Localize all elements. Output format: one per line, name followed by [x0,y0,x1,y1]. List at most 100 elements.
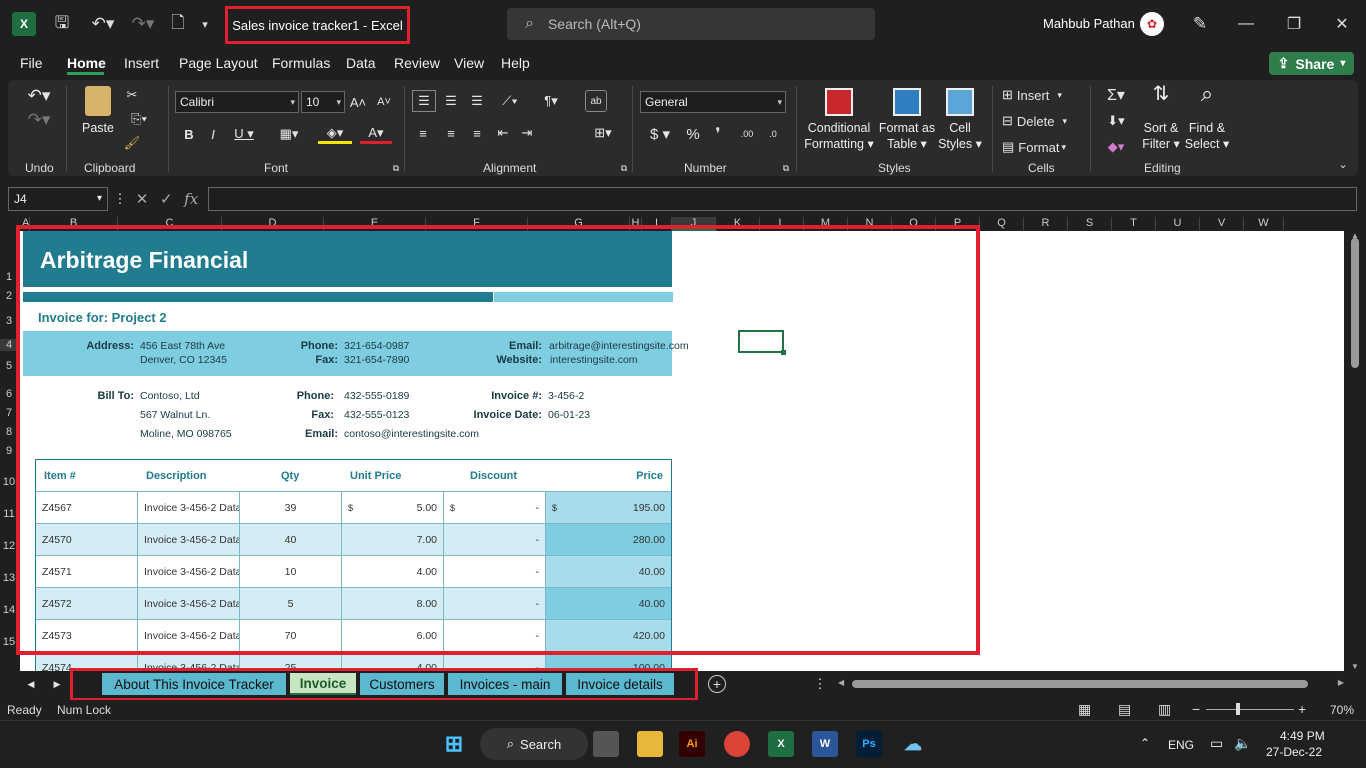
close-button[interactable]: ✕ [1322,10,1362,38]
decrease-decimal-icon[interactable]: .0 [762,124,784,144]
sort-filter-button[interactable]: ⇅ Sort & Filter ▾ [1140,84,1182,152]
copy-icon[interactable]: ⎘▾ [122,110,156,128]
ribbon-undo-icon[interactable]: ↶▾ [22,86,56,106]
table-cell-disc[interactable]: - [444,620,546,651]
row-header[interactable]: 15 [0,636,18,648]
align-center-icon[interactable]: ≡ [440,122,462,144]
cancel-icon[interactable]: ✕ [136,190,149,208]
row-header[interactable]: 3 [0,315,18,327]
customize-toolbar-icon[interactable]: ▾ [196,12,214,36]
volume-icon[interactable]: 🔈 [1234,735,1251,752]
word-icon[interactable]: W [812,731,838,757]
pen-icon[interactable]: ✎ [1188,12,1212,36]
comma-icon[interactable]: ❜ [708,124,728,144]
menu-data[interactable]: Data [346,55,376,71]
dialog-launcher-icon[interactable]: ⧉ [618,162,630,174]
column-header[interactable]: J [672,217,716,231]
table-cell-qty[interactable]: 10 [240,556,342,587]
dialog-launcher-icon[interactable]: ⧉ [390,162,402,174]
column-header[interactable]: T [1112,217,1156,231]
table-cell-qty[interactable]: 39 [240,492,342,523]
table-cell-price[interactable]: 420.00 [546,620,671,651]
column-header[interactable]: F [426,217,528,231]
number-format-select[interactable]: General ▾ [640,91,786,113]
selected-cell[interactable] [738,330,784,353]
next-sheet-icon[interactable]: ▶ [50,676,64,692]
table-cell-qty[interactable]: 70 [240,620,342,651]
column-header[interactable]: G [528,217,630,231]
menu-help[interactable]: Help [501,55,530,71]
table-cell-disc[interactable]: - [444,556,546,587]
column-header[interactable]: B [30,217,118,231]
column-header[interactable]: C [118,217,222,231]
align-top-icon[interactable]: ☰ [412,90,436,112]
table-cell-price[interactable]: 40.00 [546,588,671,619]
menu-insert[interactable]: Insert [124,55,159,71]
row-header[interactable]: 6 [0,388,18,400]
column-header[interactable]: E [324,217,426,231]
prev-sheet-icon[interactable]: ◀ [24,676,38,692]
language-indicator[interactable]: ENG [1168,738,1194,752]
column-header[interactable]: V [1200,217,1244,231]
weather-icon[interactable]: ☁ [900,731,926,757]
cut-icon[interactable]: ✂ [122,86,142,104]
column-header[interactable]: H [630,217,642,231]
redo-icon[interactable]: ↷▾ [128,12,158,36]
currency-icon[interactable]: $ ▾ [644,124,676,144]
clock-date[interactable]: 27-Dec-22 [1266,745,1322,759]
format-painter-icon[interactable]: 🖌 [122,134,142,152]
illustrator-icon[interactable]: Ai [679,731,705,757]
table-cell-item[interactable]: Z4571 [36,556,138,587]
table-cell-unit[interactable]: 6.00 [342,620,444,651]
bold-icon[interactable]: B [180,124,198,144]
clock-time[interactable]: 4:49 PM [1280,729,1325,743]
menu-home[interactable]: Home [67,55,106,71]
row-header[interactable]: 10 [0,476,18,488]
align-right-icon[interactable]: ≡ [466,122,488,144]
table-cell-unit[interactable]: 8.00 [342,588,444,619]
row-header[interactable]: 4 [0,339,18,351]
table-cell-disc[interactable]: $ - [444,492,546,523]
ribbon-redo-icon[interactable]: ↷▾ [22,110,56,130]
user-name[interactable]: Mahbub Pathan [1043,16,1135,31]
formula-input[interactable] [208,187,1357,211]
increase-decimal-icon[interactable]: .00 [736,124,758,144]
page-layout-view-icon[interactable]: ▤ [1118,701,1131,718]
align-middle-icon[interactable]: ☰ [440,90,462,112]
menu-review[interactable]: Review [394,55,440,71]
paste-button[interactable]: Paste [80,86,116,136]
column-header[interactable]: W [1244,217,1284,231]
fill-color-icon[interactable]: ◈▾ [318,124,352,144]
table-cell-unit[interactable]: $5.00 [342,492,444,523]
autosum-icon[interactable]: Σ▾ [1098,86,1134,104]
row-header[interactable]: 13 [0,572,18,584]
fill-icon[interactable]: ⬇▾ [1098,112,1134,130]
tab-options-icon[interactable]: ⋮ [814,676,827,692]
table-cell-desc[interactable]: Invoice 3-456-2 Data [138,588,240,619]
table-cell-unit[interactable]: 4.00 [342,556,444,587]
orientation-icon[interactable]: ⟋▾ [494,90,526,112]
table-cell-disc[interactable]: - [444,524,546,555]
column-header[interactable]: D [222,217,324,231]
table-cell-item[interactable]: Z4573 [36,620,138,651]
column-header[interactable]: U [1156,217,1200,231]
column-header[interactable]: M [804,217,848,231]
table-cell-qty[interactable]: 5 [240,588,342,619]
row-header[interactable]: 12 [0,540,18,552]
table-cell-desc[interactable]: Invoice 3-456-2 Data [138,524,240,555]
column-header[interactable]: Q [980,217,1024,231]
more-icon[interactable]: ⋮ [114,190,127,208]
chevron-up-icon[interactable]: ⌃ [1140,736,1150,750]
name-box[interactable]: J4 ▾ [8,187,108,211]
font-size-select[interactable]: 10 ▾ [301,91,345,113]
table-cell-qty[interactable]: 40 [240,524,342,555]
align-left-icon[interactable]: ≡ [412,122,434,144]
worksheet[interactable]: Arbitrage Financial Invoice for: Project… [20,231,1344,671]
excel-taskbar-icon[interactable]: X [768,731,794,757]
decrease-font-icon[interactable]: A˅ [374,91,394,113]
italic-icon[interactable]: I [204,124,222,144]
windows-start-icon[interactable]: ⊞ [441,731,467,757]
row-header[interactable]: 9 [0,445,18,457]
delete-cells-button[interactable]: ⊟ Delete ▾ [1002,112,1080,130]
collapse-ribbon-icon[interactable]: ⌄ [1334,156,1352,172]
